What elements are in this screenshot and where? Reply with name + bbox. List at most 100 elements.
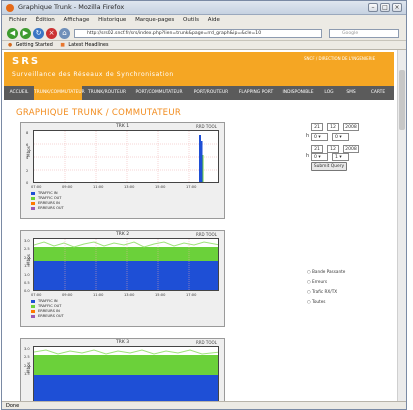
graph-title: TRK 2	[115, 232, 130, 237]
minimize-button[interactable]: –	[368, 3, 378, 12]
option-item[interactable]: ○ Trafic RX/TX	[307, 289, 387, 294]
start-year-field[interactable]: 2008	[343, 123, 359, 131]
menu-edit[interactable]: Édition	[36, 17, 55, 23]
tab-indisponible[interactable]: INDISPONIBLE	[278, 86, 318, 100]
menu-bar: Fichier Édition Affichage Historique Mar…	[2, 15, 406, 25]
menu-bookmarks[interactable]: Marque-pages	[135, 17, 174, 23]
graph-legend: TRAFFIC IN TRAFFIC OUT ERREURS IN ERREUR…	[31, 191, 221, 211]
x-tick: 09:00	[62, 293, 73, 297]
bookmark-getting-started[interactable]: Getting Started	[16, 43, 53, 48]
y-tick: 2.0	[24, 256, 30, 260]
graph-tool-label: RRD TOOL	[196, 124, 217, 129]
end-minute-select[interactable]: 1 ▾	[332, 153, 349, 161]
menu-help[interactable]: Aide	[208, 17, 220, 23]
graph-title: TRK 1	[115, 124, 130, 129]
y-tick: 1.5	[24, 264, 30, 268]
menu-tools[interactable]: Outils	[183, 17, 199, 23]
site-tabs: ACCUEIL TRUNK/COMMUTATEUR TRUNK/ROUTEUR …	[4, 86, 394, 100]
status-bar: Done	[2, 401, 406, 409]
graph-plot-area	[33, 130, 219, 183]
legend-swatch	[31, 299, 35, 303]
close-button[interactable]: ×	[392, 3, 402, 12]
reload-button[interactable]: ↻	[33, 28, 44, 39]
search-input[interactable]: Google	[329, 29, 399, 38]
y-tick: 6	[26, 143, 29, 147]
tab-trunk-routeur[interactable]: TRUNK/ROUTEUR	[84, 86, 130, 100]
y-tick: 1.5	[24, 372, 30, 376]
x-tick: 07:00	[31, 293, 42, 297]
graph-plot-area	[33, 238, 219, 291]
end-hour-select[interactable]: 0 ▾	[311, 153, 328, 161]
tab-log[interactable]: LOG	[319, 86, 339, 100]
rss-icon: ■	[60, 43, 65, 48]
site-brand: SRS	[12, 56, 41, 67]
page-content: SRS Surveillance des Réseaux de Synchron…	[2, 50, 406, 408]
tab-carte[interactable]: CARTE	[363, 86, 393, 100]
legend-swatch	[31, 201, 35, 205]
tab-port-commutateur[interactable]: PORT/COMMUTATEUR	[131, 86, 187, 100]
menu-view[interactable]: Affichage	[64, 17, 90, 23]
x-tick: 07:00	[31, 185, 42, 189]
home-button[interactable]: ⌂	[59, 28, 70, 39]
y-tick: 3.0	[24, 239, 30, 243]
browser-window: Graphique Trunk - Mozilla Firefox – □ × …	[1, 0, 407, 410]
traffic-spike	[201, 141, 203, 182]
start-hour-select[interactable]: 0 ▾	[311, 133, 328, 141]
stop-button[interactable]: ×	[46, 28, 57, 39]
end-year-field[interactable]: 2008	[343, 145, 359, 153]
end-day-field[interactable]: 21	[311, 145, 323, 153]
option-item[interactable]: ○ Bande Passante	[307, 269, 387, 274]
x-tick: 11:00	[93, 293, 104, 297]
site-subtitle: Surveillance des Réseaux de Synchronisat…	[12, 71, 174, 78]
x-tick: 15:00	[155, 293, 166, 297]
y-tick: 4	[26, 156, 29, 160]
maximize-button[interactable]: □	[380, 3, 390, 12]
y-tick: 2.0	[24, 364, 30, 368]
x-tick: 15:00	[155, 185, 166, 189]
bookmark-latest-headlines[interactable]: Latest Headlines	[68, 43, 108, 48]
tab-sms[interactable]: SMS	[340, 86, 362, 100]
header-right-text: SNCF / DIRECTION DE L'INGENIERIE	[304, 56, 376, 61]
tab-port-routeur[interactable]: PORT/ROUTEUR	[188, 86, 234, 100]
firefox-icon	[6, 4, 14, 12]
tab-flapping-port[interactable]: FLAPPING PORT	[235, 86, 277, 100]
y-tick: 2.5	[24, 355, 30, 359]
traffic-out-peaks	[34, 349, 218, 355]
legend-swatch	[31, 206, 35, 210]
traffic-in-area	[34, 261, 218, 290]
legend-swatch	[31, 196, 35, 200]
x-tick: 09:00	[62, 185, 73, 189]
x-tick: 13:00	[124, 293, 135, 297]
url-bar[interactable]: http://srs02.sncf.fr/srs/index.php?lien=…	[74, 29, 322, 38]
start-day-field[interactable]: 21	[311, 123, 323, 131]
date-range-form: 21 12 2008 h 0 ▾ 0 ▾ 21 12 2008 h 0 ▾ 1 …	[292, 118, 402, 218]
back-button[interactable]: ◀	[7, 28, 18, 39]
x-tick: 11:00	[93, 185, 104, 189]
scrollbar-thumb[interactable]	[399, 70, 405, 130]
graph-plot-area	[33, 346, 219, 406]
tab-accueil[interactable]: ACCUEIL	[4, 86, 34, 100]
menu-file[interactable]: Fichier	[9, 17, 27, 23]
end-label-h: h	[306, 153, 310, 159]
start-month-field[interactable]: 12	[327, 123, 339, 131]
forward-button[interactable]: ▶	[20, 28, 31, 39]
graph-legend: TRAFFIC IN TRAFFIC OUT ERREURS IN ERREUR…	[31, 299, 221, 319]
start-minute-select[interactable]: 0 ▾	[332, 133, 349, 141]
option-item[interactable]: ○ Toutes	[307, 299, 387, 304]
vertical-scrollbar[interactable]	[397, 50, 406, 402]
graph-plot-svg	[34, 239, 218, 290]
graph-plot-svg	[34, 349, 218, 405]
y-tick: 0.5	[24, 281, 30, 285]
x-tick: 13:00	[124, 185, 135, 189]
menu-history[interactable]: Historique	[98, 17, 126, 23]
tab-trunk-commutateur[interactable]: TRUNK/COMMUTATEUR	[34, 86, 85, 100]
trunk-graph-2: TRK 2 RRD TOOL Mbps 3.0 2.5 2.0 1.5 1.0 …	[20, 230, 225, 327]
y-tick: 8	[26, 131, 29, 135]
end-month-field[interactable]: 12	[327, 145, 339, 153]
option-item[interactable]: ○ Erreurs	[307, 279, 387, 284]
navigation-toolbar: ◀ ▶ ↻ × ⌂ http://srs02.sncf.fr/srs/index…	[2, 25, 406, 41]
y-tick: 2.5	[24, 247, 30, 251]
trunk-graph-3: TRK 3 RRD TOOL Mbps 3.0 2.5 2.0 1.5	[20, 338, 225, 408]
site-header: SRS Surveillance des Réseaux de Synchron…	[4, 52, 394, 86]
submit-query-button[interactable]: Submit Query	[311, 162, 347, 171]
